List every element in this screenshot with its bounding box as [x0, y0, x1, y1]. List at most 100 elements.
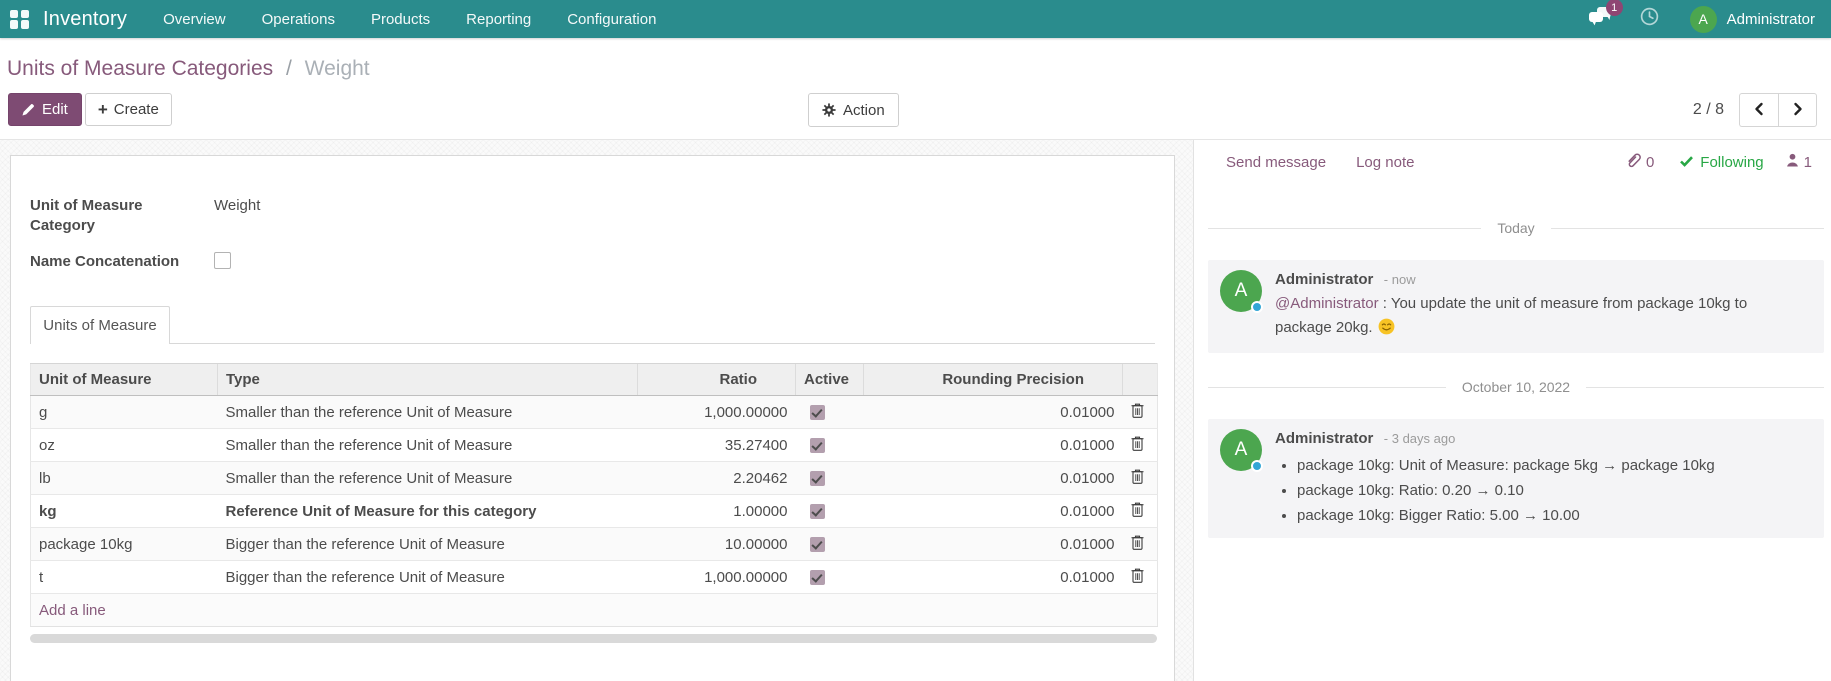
messages-button[interactable]: 1	[1587, 6, 1613, 32]
activities-button[interactable]	[1639, 6, 1660, 32]
delete-row-button[interactable]	[1131, 403, 1144, 421]
chatter-stats: 0 Following 1	[1626, 152, 1812, 172]
trash-icon	[1131, 535, 1144, 553]
app-brand[interactable]: Inventory	[43, 8, 127, 31]
person-icon	[1786, 153, 1799, 171]
trash-icon	[1131, 403, 1144, 421]
breadcrumb: Units of Measure Categories / Weight	[7, 57, 370, 81]
tab-units-of-measure[interactable]: Units of Measure	[30, 306, 170, 344]
breadcrumb-separator: /	[286, 57, 292, 80]
table-row-t[interactable]: t Bigger than the reference Unit of Meas…	[31, 561, 1158, 594]
plus-icon: +	[98, 101, 108, 118]
action-menu-button[interactable]: Action	[808, 93, 899, 127]
delete-row-button[interactable]	[1131, 469, 1144, 487]
table-row-g[interactable]: g Smaller than the reference Unit of Mea…	[31, 396, 1158, 429]
field-category-value: Weight	[214, 196, 260, 236]
notebook: Units of Measure Unit of Measure Type Ra…	[30, 306, 1155, 643]
menu-reporting[interactable]: Reporting	[466, 11, 531, 28]
online-status-dot	[1251, 301, 1263, 313]
tracking-item: package 10kg: Ratio: 0.20 → 0.10	[1297, 478, 1810, 503]
active-checkbox[interactable]	[810, 438, 825, 453]
active-checkbox[interactable]	[810, 537, 825, 552]
form-view-background: Unit of Measure Category Weight Name Con…	[0, 140, 1193, 681]
chatter-message: A Administrator - 3 days ago package 10k…	[1208, 419, 1824, 538]
chevron-right-icon	[1792, 102, 1804, 119]
column-header-type[interactable]: Type	[218, 364, 638, 396]
log-note-button[interactable]: Log note	[1356, 154, 1414, 171]
pager: 2 / 8	[1693, 93, 1817, 127]
form-sheet: Unit of Measure Category Weight Name Con…	[10, 155, 1175, 681]
table-row-kg[interactable]: kg Reference Unit of Measure for this ca…	[31, 495, 1158, 528]
field-concatenation-label: Name Concatenation	[30, 252, 200, 275]
column-header-ratio[interactable]: Ratio	[638, 364, 796, 396]
delete-row-button[interactable]	[1131, 568, 1144, 586]
odoo-inventory-screen: Inventory Overview Operations Products R…	[0, 0, 1831, 681]
top-menu: Overview Operations Products Reporting C…	[163, 11, 656, 28]
topbar-right: 1 A Administrator	[1587, 6, 1815, 33]
content-area: Unit of Measure Category Weight Name Con…	[0, 140, 1831, 681]
control-panel: Units of Measure Categories / Weight Edi…	[0, 38, 1831, 140]
column-header-rounding[interactable]: Rounding Precision	[864, 364, 1123, 396]
pager-next-button[interactable]	[1778, 93, 1817, 127]
breadcrumb-current: Weight	[305, 57, 370, 80]
pager-previous-button[interactable]	[1739, 93, 1778, 127]
delete-row-button[interactable]	[1131, 535, 1144, 553]
pager-value: 2 / 8	[1693, 101, 1724, 119]
tracking-item: package 10kg: Bigger Ratio: 5.00 → 10.00	[1297, 503, 1810, 528]
message-avatar: A	[1220, 429, 1262, 471]
message-timestamp: - 3 days ago	[1384, 431, 1456, 446]
followers-button[interactable]: 1	[1786, 153, 1812, 171]
active-checkbox[interactable]	[810, 405, 825, 420]
column-header-unit[interactable]: Unit of Measure	[31, 364, 218, 396]
menu-products[interactable]: Products	[371, 11, 430, 28]
send-message-button[interactable]: Send message	[1226, 154, 1326, 171]
menu-overview[interactable]: Overview	[163, 11, 226, 28]
date-divider-today: Today	[1208, 220, 1824, 236]
delete-row-button[interactable]	[1131, 436, 1144, 454]
user-avatar: A	[1690, 6, 1717, 33]
add-line-row: Add a line	[31, 594, 1158, 627]
name-concatenation-checkbox[interactable]	[214, 252, 231, 269]
menu-operations[interactable]: Operations	[262, 11, 335, 28]
active-checkbox[interactable]	[810, 504, 825, 519]
date-divider-october: October 10, 2022	[1208, 379, 1824, 395]
chatter-toolbar: Send message Log note 0 Following	[1208, 151, 1824, 173]
online-status-dot	[1251, 460, 1263, 472]
apps-grid-icon[interactable]	[10, 10, 29, 29]
trash-icon	[1131, 568, 1144, 586]
message-avatar: A	[1220, 270, 1262, 312]
user-menu[interactable]: A Administrator	[1690, 6, 1815, 33]
following-button[interactable]: Following	[1680, 154, 1763, 171]
message-author: Administrator	[1275, 271, 1373, 288]
user-name: Administrator	[1727, 11, 1815, 28]
message-timestamp: - now	[1384, 272, 1416, 287]
tracking-item: package 10kg: Unit of Measure: package 5…	[1297, 453, 1810, 478]
edit-button[interactable]: Edit	[8, 93, 82, 126]
table-row-lb[interactable]: lb Smaller than the reference Unit of Me…	[31, 462, 1158, 495]
active-checkbox[interactable]	[810, 471, 825, 486]
message-author: Administrator	[1275, 430, 1373, 447]
active-checkbox[interactable]	[810, 570, 825, 585]
column-header-active[interactable]: Active	[796, 364, 864, 396]
create-button[interactable]: + Create	[85, 93, 172, 126]
message-body: @Administrator : You update the unit of …	[1275, 292, 1795, 343]
horizontal-scrollbar[interactable]	[30, 634, 1157, 643]
table-row-package-10kg[interactable]: package 10kg Bigger than the reference U…	[31, 528, 1158, 561]
mention-link[interactable]: @Administrator	[1275, 295, 1379, 312]
gear-icon	[822, 103, 836, 117]
pencil-icon	[22, 103, 35, 116]
column-header-actions	[1123, 364, 1158, 396]
table-row-oz[interactable]: oz Smaller than the reference Unit of Me…	[31, 429, 1158, 462]
breadcrumb-parent-link[interactable]: Units of Measure Categories	[7, 57, 273, 80]
smiling-face-emoji-icon	[1374, 322, 1395, 339]
top-navbar: Inventory Overview Operations Products R…	[0, 0, 1831, 38]
trash-icon	[1131, 436, 1144, 454]
menu-configuration[interactable]: Configuration	[567, 11, 656, 28]
attachments-button[interactable]: 0	[1626, 152, 1654, 172]
chatter-panel: Send message Log note 0 Following	[1193, 140, 1831, 681]
form-buttons: Edit + Create	[8, 93, 172, 126]
units-of-measure-table: Unit of Measure Type Ratio Active Roundi…	[30, 363, 1158, 627]
add-a-line-link[interactable]: Add a line	[39, 602, 106, 619]
delete-row-button[interactable]	[1131, 502, 1144, 520]
tab-bar: Units of Measure	[30, 306, 1155, 344]
